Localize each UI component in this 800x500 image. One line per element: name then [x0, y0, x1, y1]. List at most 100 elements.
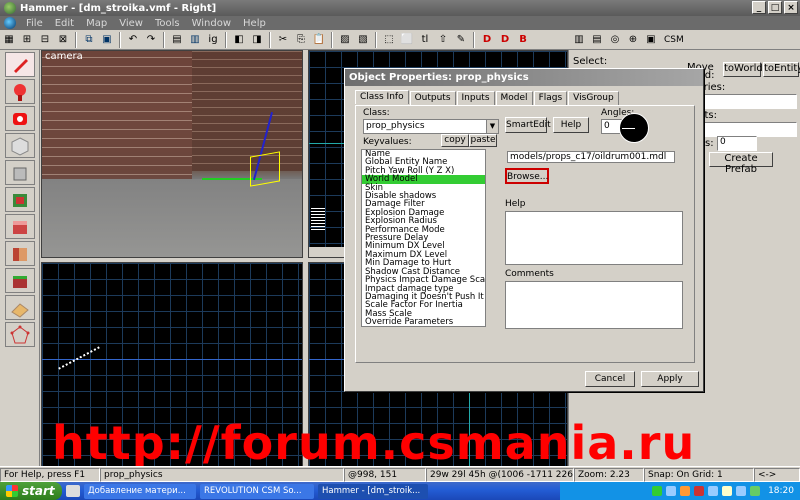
- ungroup-icon[interactable]: ▥: [187, 32, 203, 48]
- maximize-button[interactable]: □: [768, 1, 782, 14]
- menu-help[interactable]: Help: [237, 18, 272, 29]
- 3d-grid-icon[interactable]: ⊠: [55, 32, 71, 48]
- start-button[interactable]: start: [0, 482, 62, 500]
- cordon-icon[interactable]: ◨: [249, 32, 265, 48]
- menu-edit[interactable]: Edit: [49, 18, 80, 29]
- undo-icon[interactable]: ↶: [125, 32, 141, 48]
- copy-button[interactable]: copy: [441, 134, 469, 147]
- tab-class-info[interactable]: Class Info: [355, 90, 409, 104]
- to-world-button[interactable]: toWorld: [723, 62, 763, 77]
- to-entity-button[interactable]: toEntity: [763, 62, 800, 77]
- close-button[interactable]: ×: [784, 1, 798, 14]
- tray-icon[interactable]: [694, 486, 705, 496]
- apply-button[interactable]: Apply: [641, 371, 699, 387]
- tab-model[interactable]: Model: [495, 91, 533, 105]
- tray-icon[interactable]: [652, 486, 663, 496]
- menu-window[interactable]: Window: [186, 18, 237, 29]
- select-all-icon[interactable]: ⬜: [399, 32, 415, 48]
- cancel-button[interactable]: Cancel: [585, 371, 635, 387]
- taskbar-item-hammer[interactable]: Hammer - [dm_stroik...: [318, 483, 428, 499]
- paste-button[interactable]: paste: [469, 134, 497, 147]
- textured-icon[interactable]: ▣: [643, 32, 659, 48]
- tray-icon[interactable]: [750, 486, 761, 496]
- decal-tool-icon[interactable]: [5, 241, 35, 266]
- grid-smaller-icon[interactable]: ⊞: [19, 32, 35, 48]
- model-path-field[interactable]: models/props_c17/oildrum001.mdl: [507, 151, 675, 163]
- select-icon[interactable]: ⬚: [381, 32, 397, 48]
- texture-application-icon[interactable]: [5, 187, 35, 212]
- quick-launch-icon[interactable]: [66, 485, 80, 497]
- comments-text-box[interactable]: [505, 281, 683, 329]
- ignore-groups-icon[interactable]: ig: [205, 32, 221, 48]
- clipping-tool-icon[interactable]: [5, 295, 35, 320]
- system-tray: 18:20: [560, 482, 800, 500]
- hollow-icon[interactable]: ▣: [99, 32, 115, 48]
- tray-clock[interactable]: 18:20: [768, 486, 794, 496]
- menu-tools[interactable]: Tools: [149, 18, 186, 29]
- grid-icon[interactable]: ▦: [1, 32, 17, 48]
- carve-icon[interactable]: ⧉: [81, 32, 97, 48]
- copy-icon[interactable]: ⎘: [293, 32, 309, 48]
- tray-icon[interactable]: [666, 486, 677, 496]
- wireframe-icon[interactable]: ◎: [607, 32, 623, 48]
- apply-texture-icon[interactable]: [5, 214, 35, 239]
- tray-icon[interactable]: [722, 486, 733, 496]
- tab-outputs[interactable]: Outputs: [409, 91, 456, 105]
- selection-tool-icon[interactable]: [5, 52, 35, 77]
- tray-icon[interactable]: [736, 486, 747, 496]
- overlay-tool-icon[interactable]: [5, 268, 35, 293]
- grid-larger-icon[interactable]: ⊟: [37, 32, 53, 48]
- camera-tool-icon[interactable]: [5, 106, 35, 131]
- magnify-tool-icon[interactable]: [5, 79, 35, 104]
- tab-flags[interactable]: Flags: [533, 91, 568, 105]
- camera-viewport[interactable]: camera: [41, 50, 303, 258]
- status-coords: @998, 151: [344, 468, 426, 482]
- faces-input[interactable]: 0: [717, 136, 757, 151]
- categories-select[interactable]: [689, 94, 797, 109]
- paste-icon[interactable]: 📋: [311, 32, 327, 48]
- shaded-icon[interactable]: ⊕: [625, 32, 641, 48]
- run-map-fast-icon[interactable]: B: [515, 32, 531, 48]
- run-map-quick-icon[interactable]: D: [497, 32, 513, 48]
- entity-tool-icon[interactable]: [5, 133, 35, 158]
- texture-scale-icon[interactable]: ▧: [355, 32, 371, 48]
- keyvalues-list[interactable]: Name Global Entity Name Pitch Yaw Roll (Y …: [361, 149, 493, 327]
- group-icon[interactable]: ▤: [169, 32, 185, 48]
- texture-browser-icon[interactable]: ▥: [571, 32, 587, 48]
- menu-view[interactable]: View: [113, 18, 149, 29]
- angles-dial-icon[interactable]: [619, 113, 649, 143]
- browse-button[interactable]: Browse...: [505, 168, 549, 184]
- run-map-icon[interactable]: D: [479, 32, 495, 48]
- menu-map[interactable]: Map: [80, 18, 113, 29]
- menu-file[interactable]: File: [20, 18, 49, 29]
- camera-viewport-label[interactable]: camera: [45, 51, 83, 62]
- help-button[interactable]: Help: [553, 117, 589, 133]
- selected-entity-box[interactable]: [250, 151, 280, 187]
- minimize-button[interactable]: _: [752, 1, 766, 14]
- system-menu-icon[interactable]: [4, 17, 16, 29]
- keyvalue-item[interactable]: Override Parameters: [362, 318, 492, 326]
- vertex-tool-icon[interactable]: [5, 322, 35, 347]
- taskbar-item-revolution[interactable]: REVOLUTION CSM So...: [200, 483, 314, 499]
- redo-icon[interactable]: ↷: [143, 32, 159, 48]
- cut-icon[interactable]: ✂: [275, 32, 291, 48]
- hide-icon[interactable]: ◧: [231, 32, 247, 48]
- entity-report-icon[interactable]: ✎: [453, 32, 469, 48]
- tray-icon[interactable]: [680, 486, 691, 496]
- texture-lock-icon[interactable]: ▨: [337, 32, 353, 48]
- taskbar-item-browser[interactable]: Добавление матери...: [84, 483, 196, 499]
- objects-select[interactable]: [689, 122, 797, 137]
- model-browser-icon[interactable]: ▤: [589, 32, 605, 48]
- csm-label[interactable]: CSM: [664, 35, 684, 45]
- move-to-world-icon[interactable]: ⇧: [435, 32, 451, 48]
- tie-to-entity-icon[interactable]: tl: [417, 32, 433, 48]
- class-select[interactable]: prop_physics ▼: [363, 119, 499, 134]
- block-tool-icon[interactable]: [5, 160, 35, 185]
- tray-icon[interactable]: [708, 486, 719, 496]
- tab-inputs[interactable]: Inputs: [456, 91, 495, 105]
- chevron-down-icon[interactable]: ▼: [486, 120, 498, 133]
- create-prefab-button[interactable]: Create Prefab: [709, 152, 773, 175]
- tab-visgroup[interactable]: VisGroup: [568, 91, 619, 105]
- smartedit-button[interactable]: SmartEdit: [505, 117, 551, 133]
- keyvalues-scrollbar[interactable]: [485, 149, 495, 327]
